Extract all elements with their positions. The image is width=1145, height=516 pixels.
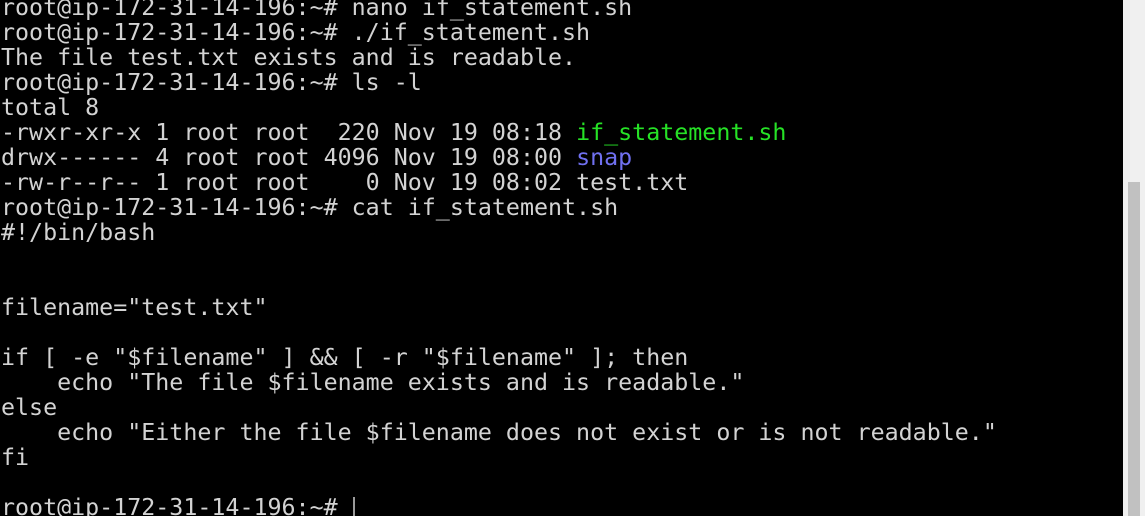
ls-entry-name-file: test.txt [576, 169, 689, 196]
script-line: filename="test.txt" [1, 294, 268, 321]
terminal-output[interactable]: root@ip-172-31-14-196:~# nano if_stateme… [1, 0, 1123, 516]
terminal-window[interactable]: root@ip-172-31-14-196:~# nano if_stateme… [0, 0, 1145, 516]
script-line: fi [1, 444, 30, 471]
terminal-line: total 8 [1, 94, 100, 121]
ls-entry-name-directory: snap [576, 144, 633, 171]
vertical-scrollbar[interactable] [1123, 0, 1145, 516]
scrollbar-thumb[interactable] [1128, 182, 1140, 516]
script-line [1, 245, 1123, 270]
terminal-line: The file test.txt exists and is readable… [1, 44, 577, 71]
script-line [1, 470, 1123, 495]
script-line [1, 320, 1123, 345]
ls-entry: drwx------ 4 root root 4096 Nov 19 08:00… [1, 145, 1123, 170]
ls-entry-meta: -rwxr-xr-x 1 root root 220 Nov 19 08:18 [1, 119, 577, 146]
script-line [1, 270, 1123, 295]
command-prompt-line[interactable]: root@ip-172-31-14-196:~# [1, 495, 1123, 516]
ls-entry: -rw-r--r-- 1 root root 0 Nov 19 08:02 te… [1, 170, 1123, 195]
ls-entry: -rwxr-xr-x 1 root root 220 Nov 19 08:18 … [1, 120, 1123, 145]
ls-entry-name-executable: if_statement.sh [576, 119, 787, 146]
script-line: if [ -e "$filename" ] && [ -r "$filename… [1, 344, 689, 371]
terminal-line: root@ip-172-31-14-196:~# cat if_statemen… [1, 194, 619, 221]
terminal-line: root@ip-172-31-14-196:~# ls -l [1, 69, 422, 96]
script-line: #!/bin/bash [1, 219, 156, 246]
terminal-line: root@ip-172-31-14-196:~# nano if_stateme… [1, 0, 633, 21]
text-cursor [352, 497, 355, 516]
script-line: echo "Either the file $filename does not… [1, 419, 997, 446]
ls-entry-meta: drwx------ 4 root root 4096 Nov 19 08:00 [1, 144, 577, 171]
shell-prompt: root@ip-172-31-14-196:~# [1, 494, 352, 516]
script-line: else [1, 394, 58, 421]
script-line: echo "The file $filename exists and is r… [1, 369, 745, 396]
ls-entry-meta: -rw-r--r-- 1 root root 0 Nov 19 08:02 [1, 169, 577, 196]
terminal-line: root@ip-172-31-14-196:~# ./if_statement.… [1, 19, 591, 46]
